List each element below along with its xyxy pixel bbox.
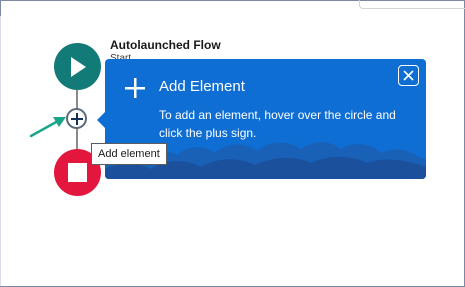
start-node[interactable] [54,43,101,90]
pointer-arrow-icon [29,117,66,138]
play-icon [70,56,86,77]
canvas-left-edge [0,16,1,286]
close-icon [403,70,414,81]
plus-icon [125,78,145,98]
close-button[interactable] [398,65,419,86]
popover-title: Add Element [159,78,245,95]
toolbar-edge [359,0,465,9]
flow-title: Autolaunched Flow [110,38,221,52]
add-element-tooltip: Add element [91,143,167,165]
plus-icon [70,112,83,125]
add-element-button[interactable] [66,108,87,129]
stop-icon [68,163,87,182]
